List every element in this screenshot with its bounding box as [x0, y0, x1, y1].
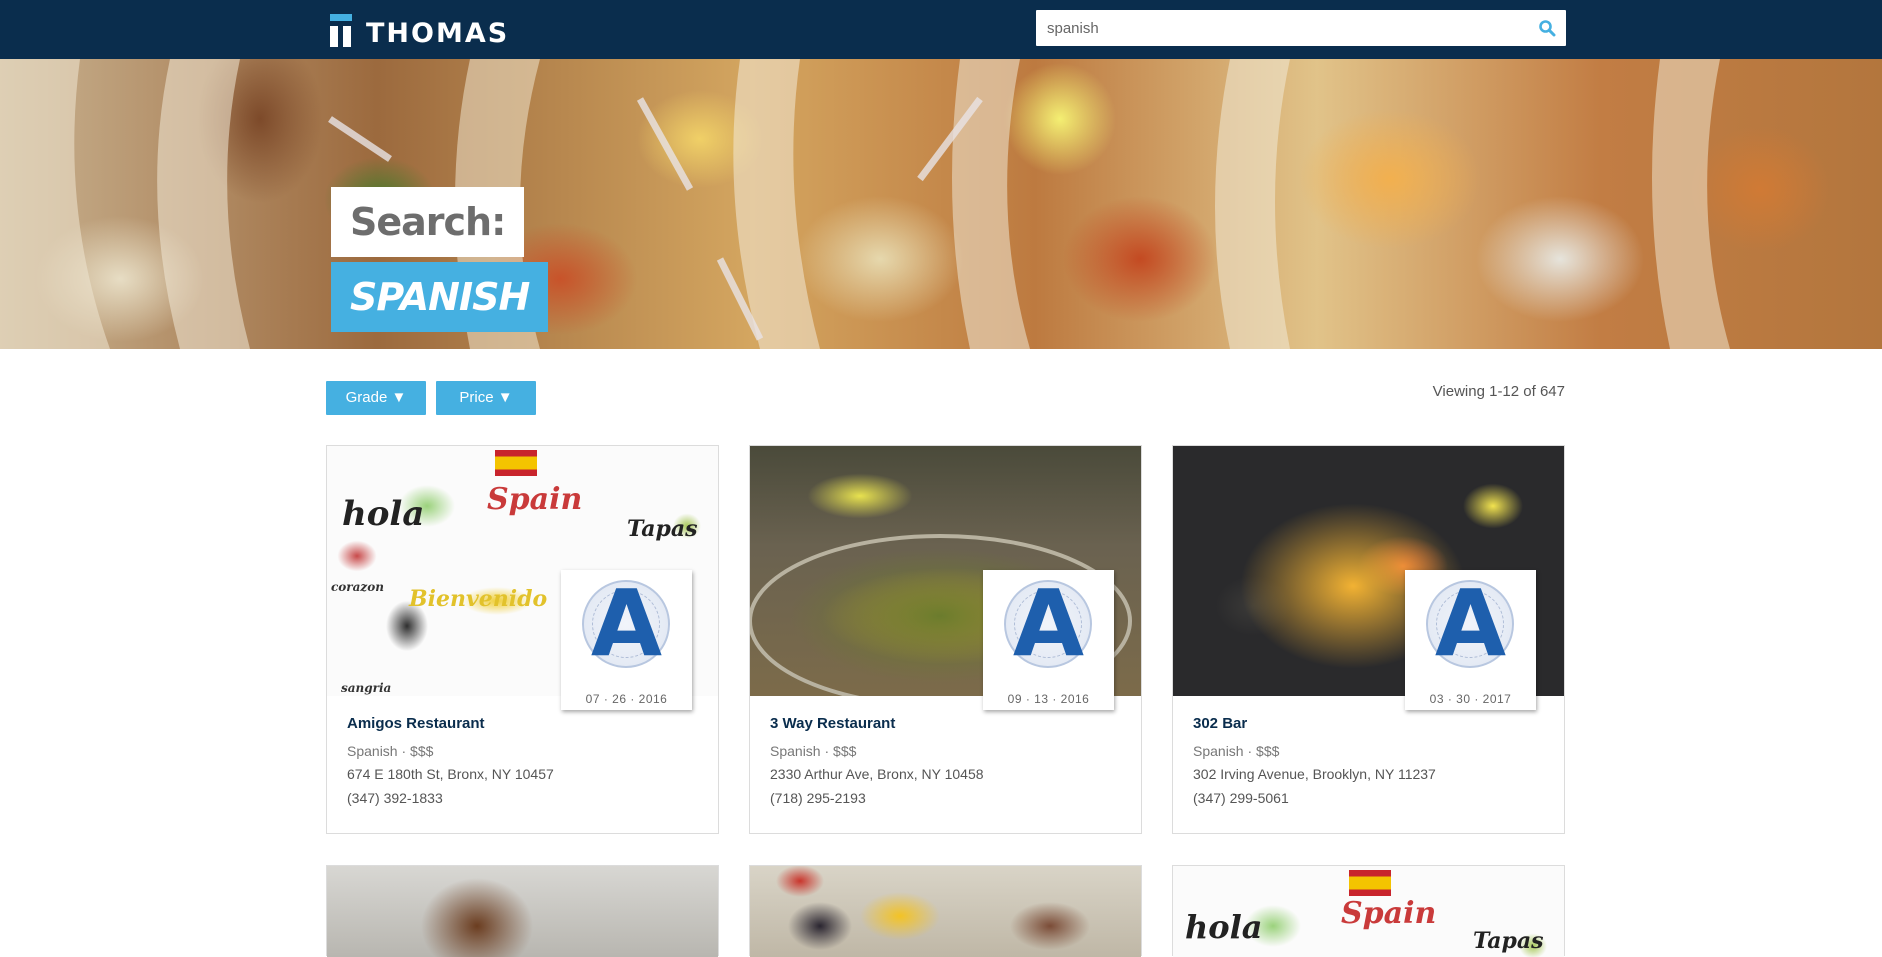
spain-flag-icon: [1349, 870, 1391, 896]
restaurant-phone: (347) 392-1833: [347, 790, 443, 806]
top-nav-bar: THOMAS: [0, 0, 1882, 59]
restaurant-card[interactable]: hola Spain Tapas: [1172, 865, 1565, 957]
hero-banner: Search: SPANISH: [0, 59, 1882, 349]
search-box: [1036, 10, 1566, 46]
spain-flag-icon: [495, 450, 537, 476]
restaurant-card[interactable]: A 09 · 13 · 2016 3 Way Restaurant Spanis…: [749, 445, 1142, 834]
grade-letter: A: [1012, 570, 1085, 677]
restaurant-photo[interactable]: hola Spain Tapas: [1173, 866, 1564, 957]
restaurant-photo[interactable]: [327, 866, 718, 957]
logo-mark-icon: [330, 14, 352, 47]
grade-date: 07 · 26 · 2016: [585, 692, 668, 706]
search-icon[interactable]: [1538, 19, 1556, 37]
price-filter-button[interactable]: Price ▼: [436, 381, 536, 415]
restaurant-name[interactable]: 3 Way Restaurant: [770, 715, 895, 732]
grade-date: 03 · 30 · 2017: [1429, 692, 1512, 706]
sketch-word: hola: [1185, 908, 1263, 946]
grade-letter: A: [1434, 570, 1507, 677]
restaurant-photo[interactable]: [750, 866, 1141, 957]
tacos-photo: [0, 59, 1730, 349]
restaurant-name[interactable]: 302 Bar: [1193, 715, 1247, 732]
sketch-word: Spain: [487, 482, 583, 517]
grade-filter-button[interactable]: Grade ▼: [326, 381, 426, 415]
grade-badge: A 03 · 30 · 2017: [1405, 570, 1536, 710]
grade-badge: A 07 · 26 · 2016: [561, 570, 692, 710]
restaurant-cuisine-price: Spanish · $$$: [1193, 743, 1280, 759]
hero-search-query: SPANISH: [331, 262, 549, 332]
grade-badge: A 09 · 13 · 2016: [983, 570, 1114, 710]
restaurant-card[interactable]: A 03 · 30 · 2017 302 Bar Spanish · $$$ 3…: [1172, 445, 1565, 834]
results-count: Viewing 1-12 of 647: [1432, 383, 1565, 400]
sketch-word: hola: [342, 494, 425, 534]
sketch-word: Spain: [1341, 896, 1437, 931]
grade-date: 09 · 13 · 2016: [1007, 692, 1090, 706]
hero-search-label: Search:: [331, 187, 525, 257]
restaurant-address: 674 E 180th St, Bronx, NY 10457: [347, 766, 554, 782]
restaurant-address: 2330 Arthur Ave, Bronx, NY 10458: [770, 766, 984, 782]
sketch-word: corazon: [331, 580, 384, 594]
restaurant-cuisine-price: Spanish · $$$: [770, 743, 857, 759]
logo-text: THOMAS: [366, 18, 510, 49]
search-input[interactable]: [1036, 10, 1516, 46]
restaurant-phone: (718) 295-2193: [770, 790, 866, 806]
sketch-word: Tapas: [627, 516, 698, 542]
restaurant-name[interactable]: Amigos Restaurant: [347, 715, 485, 732]
restaurant-cuisine-price: Spanish · $$$: [347, 743, 434, 759]
sketch-word: Tapas: [1473, 928, 1544, 954]
restaurant-card[interactable]: [326, 865, 719, 957]
restaurant-phone: (347) 299-5061: [1193, 790, 1289, 806]
thomas-logo[interactable]: THOMAS: [330, 11, 509, 47]
restaurant-card[interactable]: [749, 865, 1142, 957]
restaurant-card[interactable]: hola Spain Tapas Bienvenido corazon sang…: [326, 445, 719, 834]
grade-letter: A: [590, 570, 663, 677]
sketch-word: Bienvenido: [409, 586, 548, 612]
sketch-word: sangria: [341, 681, 392, 695]
restaurant-address: 302 Irving Avenue, Brooklyn, NY 11237: [1193, 766, 1436, 782]
